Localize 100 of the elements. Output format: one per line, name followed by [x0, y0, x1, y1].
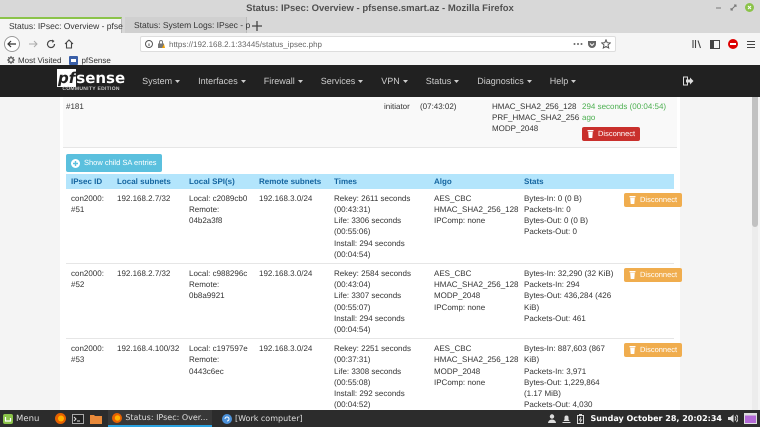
column-header: Local subnets — [116, 176, 172, 188]
firefox-icon[interactable] — [55, 413, 66, 424]
table-cell: Packets-Out: 4,030 — [524, 399, 592, 410]
nav-menu[interactable]: Diagnostics — [477, 76, 524, 86]
window-title: Status: IPsec: Overview - pfsense.smart.az - Mozilla Firefox — [246, 2, 514, 14]
more-icon[interactable] — [573, 42, 583, 46]
table-cell-text: con2000: #52 — [70, 268, 105, 292]
scrollbar[interactable] — [752, 97, 758, 410]
caret-icon — [298, 80, 303, 82]
caret-icon — [571, 80, 576, 82]
new-tab-icon[interactable] — [250, 19, 264, 33]
lock-warning-icon — [157, 40, 165, 48]
table-cell: Local: c197597e — [189, 343, 248, 354]
terminal-icon[interactable] — [72, 414, 84, 424]
table-cell: AES_CBC — [434, 192, 472, 204]
table-cell: PRF_HMAC_SHA2_256 — [492, 112, 580, 124]
trash-icon — [629, 196, 636, 204]
column-header: Times — [333, 176, 358, 188]
trash-icon — [629, 346, 636, 354]
table-cell-text: 192.168.2.7/32 — [116, 192, 172, 205]
table-cell-text: Bytes-Out: 436,284 (426 KiB) — [524, 290, 612, 313]
table-cell-text: Life: 3308 seconds (00:55:08) — [334, 366, 402, 388]
maximize-icon[interactable] — [730, 4, 737, 11]
table-cell-text: Bytes-Out: 1,229,864 (1.17 MiB) — [524, 376, 601, 400]
taskbar-window[interactable]: Status: IPsec: Over... — [108, 410, 212, 427]
address-bar[interactable]: https://192.168.2.1:33445/status_ipsec.php — [140, 36, 616, 52]
back-icon[interactable] — [4, 36, 20, 52]
table-cell: Bytes-In: 32,290 (32 KiB) — [524, 268, 614, 280]
table-cell: Packets-In: 3,971 — [524, 366, 586, 377]
table-cell: MODP_2048 — [492, 123, 538, 135]
column-header: Local SPI(s) — [188, 176, 236, 188]
user-icon[interactable] — [548, 414, 556, 423]
caret-icon — [240, 80, 246, 82]
reload-icon[interactable] — [46, 39, 56, 49]
table-cell: Packets-Out: 0 — [524, 226, 577, 238]
table-cell-text: Remote: 0443c6ec — [189, 354, 225, 377]
table-cell: HMAC_SHA2_256_128 — [434, 354, 518, 366]
nav-menu[interactable]: Interfaces — [198, 76, 238, 86]
table-cell: Packets-In: 0 — [524, 204, 571, 216]
folder-icon[interactable] — [90, 414, 102, 424]
remote-desktop-icon — [222, 414, 232, 424]
table-cell: HMAC_SHA2_256_128 — [434, 204, 518, 216]
library-icon[interactable] — [692, 39, 702, 49]
trash-icon — [587, 130, 594, 138]
table-cell-text: con2000: #53 — [70, 343, 105, 366]
home-icon[interactable] — [64, 39, 74, 49]
nav-menu[interactable]: VPN — [381, 76, 400, 86]
caret-icon — [454, 80, 460, 82]
table-cell-text: con2000: #51 — [70, 192, 105, 216]
pocket-icon[interactable] — [587, 40, 597, 48]
table-cell: MODP_2048 — [434, 290, 480, 302]
table-cell-text: Rekey: 2611 seconds (00:43:31) — [334, 192, 412, 216]
table-cell-text: 192.168.2.7/32 — [116, 268, 172, 280]
start-menu-button[interactable]: Menu — [3, 414, 50, 424]
nav-menu[interactable]: Firewall — [264, 76, 295, 86]
bookmark-link[interactable]: pfSense — [81, 56, 111, 64]
table-cell-text: Remote: 04b2a3f8 — [189, 204, 224, 226]
table-cell-text: Rekey: 2584 seconds (00:43:04) — [334, 268, 412, 290]
tab-title: Status: IPsec: Overview - pfse — [9, 21, 123, 31]
nav-menu[interactable]: Services — [320, 76, 356, 86]
table-cell: Local: c2089cb0 — [189, 192, 248, 204]
sidebar-icon[interactable] — [710, 40, 720, 48]
nav-menu[interactable]: System — [142, 76, 172, 86]
volume-icon[interactable] — [728, 414, 738, 423]
taskbar-window[interactable]: [Work computer] — [218, 410, 307, 427]
battery-icon[interactable] — [577, 414, 584, 424]
star-icon[interactable] — [601, 39, 611, 49]
trash-icon — [629, 271, 636, 280]
caret-icon — [402, 80, 408, 82]
table-cell: Bytes-In: 0 (0 B) — [524, 192, 582, 204]
table-cell-text: 192.168.4.100/32 — [116, 343, 180, 356]
browser-tab[interactable]: Status: IPsec: Overview - pfse — [0, 17, 122, 33]
table-cell: AES_CBC — [434, 343, 472, 354]
table-cell-text: Life: 3306 seconds (00:55:06) — [334, 215, 402, 238]
status-text: 294 seconds (00:04:54) ago — [582, 101, 668, 124]
nav-menu[interactable]: Status — [426, 76, 452, 86]
caret-icon — [358, 80, 364, 82]
table-cell: Packets-Out: 461 — [524, 312, 586, 324]
table-cell-text: Bytes-In: 887,603 (867 KiB) — [524, 343, 606, 366]
nav-menu[interactable]: Help — [550, 76, 568, 86]
table-cell-text: 192.168.3.0/24 — [258, 268, 314, 280]
table-cell: IPComp: none — [434, 302, 486, 313]
bookmark-link[interactable]: Most Visited — [18, 56, 62, 64]
menu-icon[interactable] — [746, 40, 756, 48]
column-header: IPsec ID — [70, 176, 104, 188]
plus-circle-icon — [71, 158, 80, 168]
gear-icon — [7, 56, 15, 64]
info-icon — [145, 40, 153, 48]
table-cell-text: #181 — [66, 101, 85, 113]
table-cell-text: 192.168.3.0/24 — [258, 343, 314, 356]
show-desktop-icon[interactable] — [744, 413, 757, 424]
table-cell-text: Rekey: 2251 seconds (00:37:31) — [334, 343, 412, 366]
stop-sign-icon[interactable] — [728, 39, 738, 49]
table-cell-text: Life: 3307 seconds (00:55:07) — [334, 290, 402, 313]
table-cell: HMAC_SHA2_256_128 — [492, 101, 576, 112]
logout-icon[interactable] — [683, 76, 694, 86]
notification-icon[interactable] — [562, 414, 572, 423]
mint-logo-icon — [3, 414, 13, 424]
table-cell: MODP_2048 — [434, 366, 480, 377]
column-header: Remote subnets — [258, 176, 322, 188]
